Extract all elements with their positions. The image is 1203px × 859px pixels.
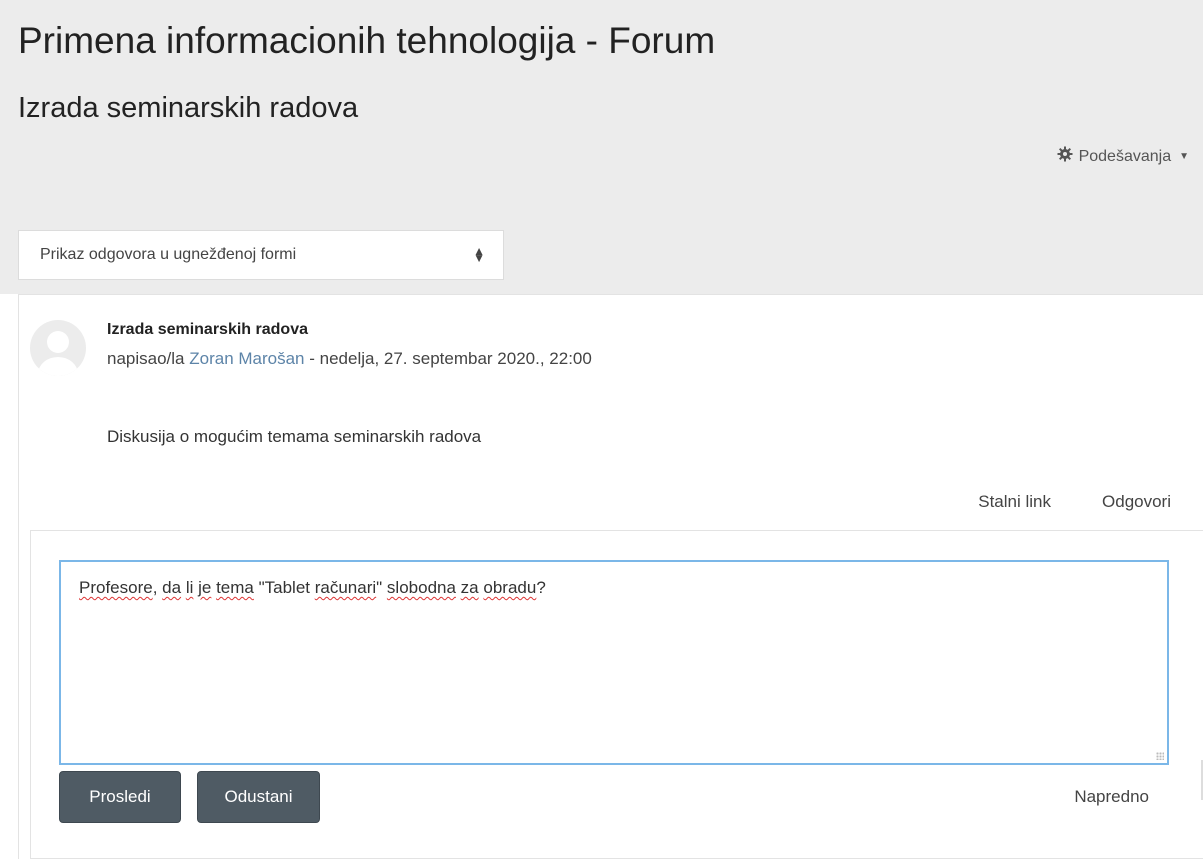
post-subject: Izrada seminarskih radova: [107, 321, 308, 338]
forum-name: Izrada seminarskih radova: [18, 92, 359, 124]
reply-link[interactable]: Odgovori: [1102, 492, 1171, 512]
reply-text: Profesore, da li je tema "Tablet računar…: [79, 578, 546, 597]
settings-label: Podešavanja: [1078, 147, 1172, 165]
post-date: - nedelja, 27. septembar 2020., 22:00: [304, 349, 592, 368]
caret-down-icon: ▼: [1179, 151, 1189, 162]
permalink-link[interactable]: Stalni link: [978, 492, 1051, 512]
post-byline: napisao/la Zoran Marošan - nedelja, 27. …: [107, 349, 592, 369]
gear-icon: [1057, 146, 1073, 167]
cancel-button[interactable]: Odustani: [197, 771, 320, 823]
reply-textarea[interactable]: Profesore, da li je tema "Tablet računar…: [59, 560, 1169, 765]
advanced-link[interactable]: Napredno: [1074, 787, 1149, 807]
page-title: Primena informacionih tehnologija - Foru…: [18, 20, 716, 61]
submit-button[interactable]: Prosledi: [59, 771, 181, 823]
avatar[interactable]: [30, 320, 86, 376]
settings-menu[interactable]: Podešavanja ▼: [1057, 146, 1189, 167]
byline-prefix: napisao/la: [107, 349, 190, 368]
post-message: Diskusija o mogućim temama seminarskih r…: [107, 427, 482, 446]
author-link[interactable]: Zoran Marošan: [189, 349, 304, 368]
resize-grip-icon[interactable]: [1156, 752, 1164, 760]
display-mode-value: Prikaz odgovora u ugnežđenoj formi: [40, 246, 297, 263]
post-commands: Stalni link Odgovori: [978, 492, 1171, 512]
select-arrows-icon: ▲ ▼: [473, 243, 485, 265]
display-mode-select[interactable]: Prikaz odgovora u ugnežđenoj formi ▲ ▼: [18, 230, 504, 280]
